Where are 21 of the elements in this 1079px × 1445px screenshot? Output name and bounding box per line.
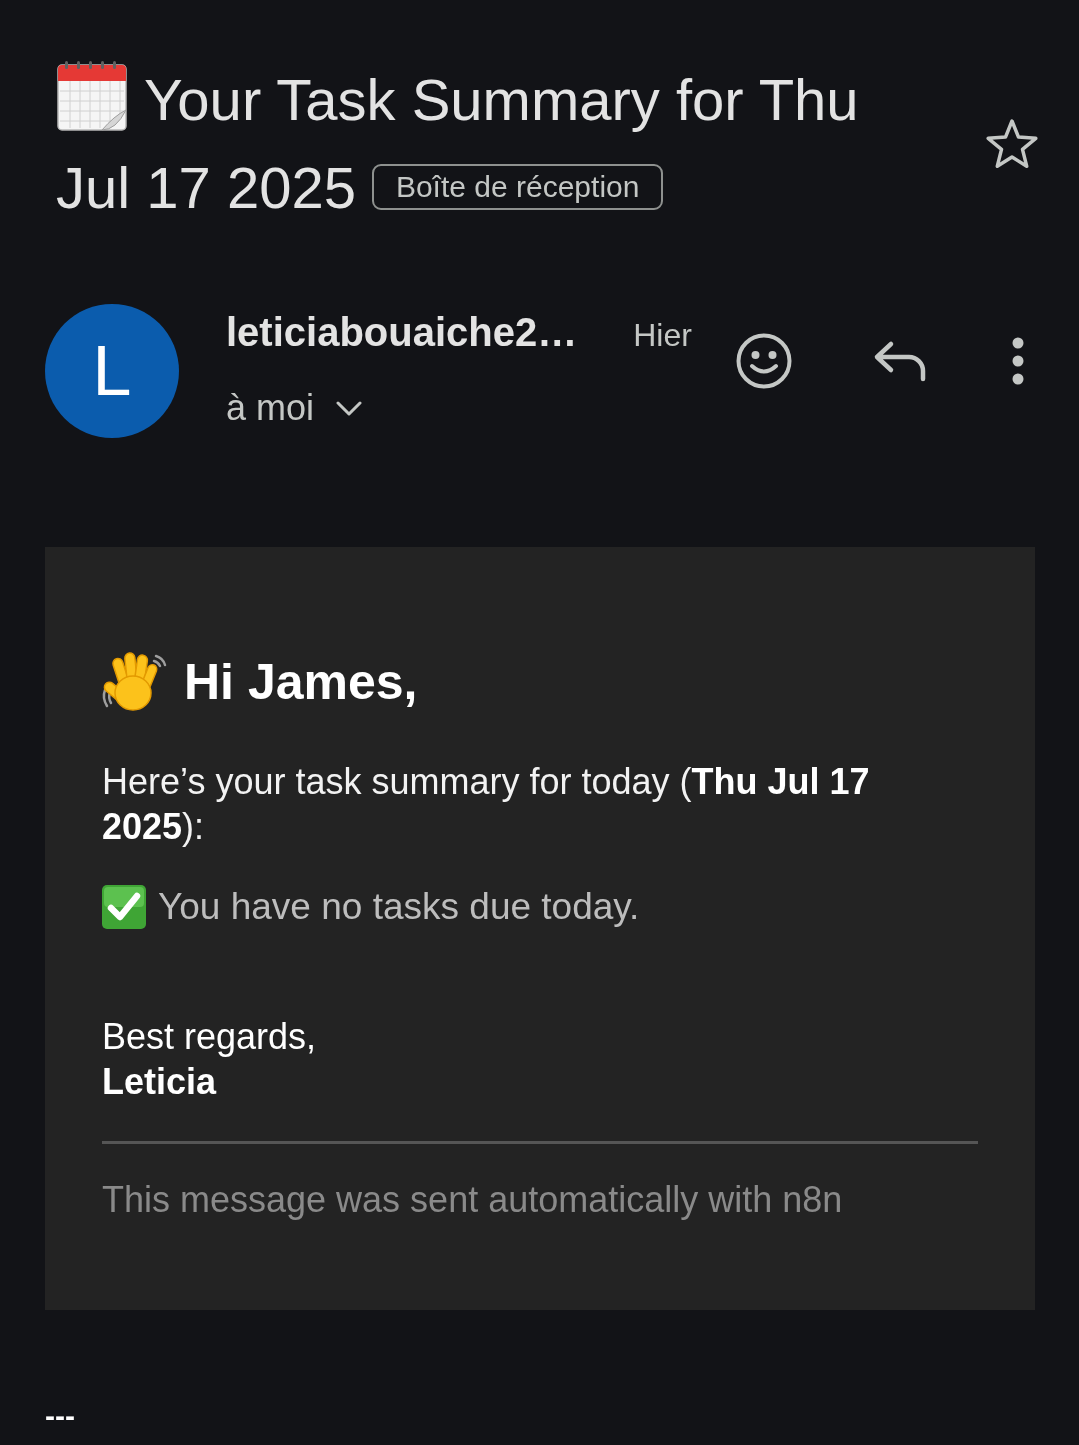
email-subject: Jul 17 2025 <box>56 155 356 220</box>
closing-text: Best regards, <box>102 1015 318 1059</box>
message-time: Hier <box>633 316 692 355</box>
email-subject: Your Task Summary for Thu <box>144 67 859 132</box>
star-button[interactable] <box>984 117 1040 171</box>
greeting-heading: Hi James, <box>184 653 418 712</box>
recipients-button[interactable]: à moi <box>226 383 363 433</box>
chevron-down-icon <box>336 400 363 416</box>
dashes-text: --- <box>45 1399 75 1432</box>
footer-note: This message was sent automatically with n8n <box>102 1178 844 1222</box>
signature-name: Leticia <box>102 1060 218 1104</box>
sender-avatar: L <box>45 304 179 438</box>
no-tasks-text: You have no tasks due today. <box>158 885 640 929</box>
reply-button[interactable] <box>873 340 927 382</box>
waving-hand-icon <box>100 650 168 714</box>
calendar-icon <box>56 60 128 132</box>
add-reaction-button[interactable] <box>736 333 792 389</box>
sender-name: leticiabouaiche2… <box>226 309 578 356</box>
check-mark-icon <box>102 885 146 929</box>
inbox-label-chip: Boîte de réception <box>371 164 664 210</box>
summary-intro-text: Here’s your task summary for today (Thu Jul 17 2025): <box>102 760 871 849</box>
